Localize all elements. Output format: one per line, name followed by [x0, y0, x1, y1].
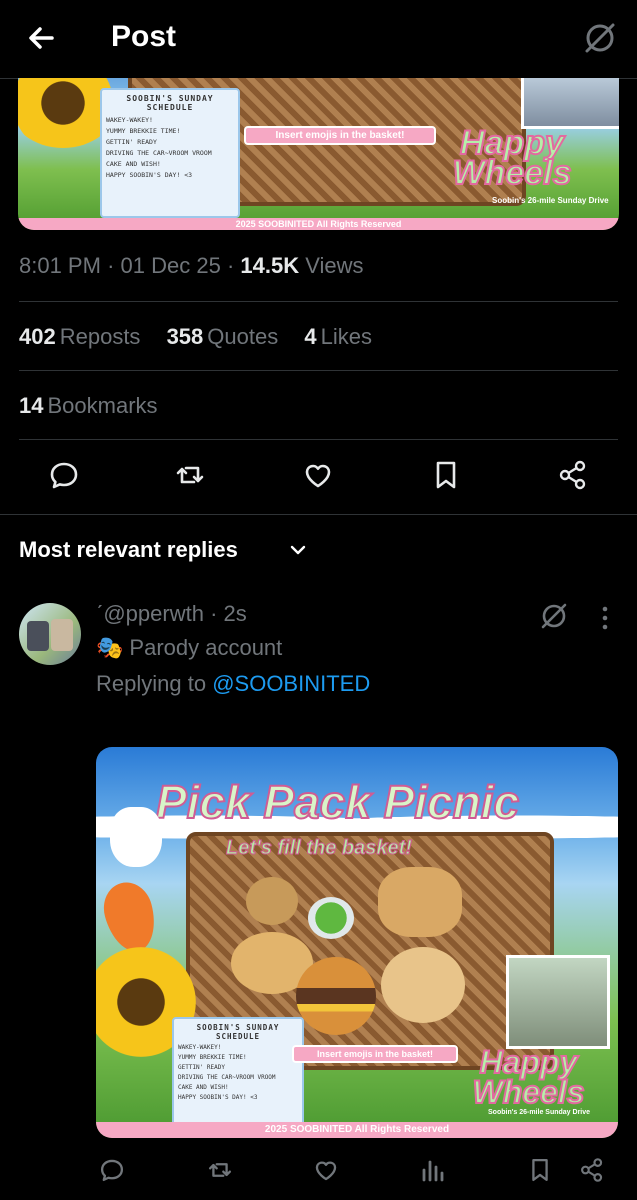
bookmark-icon[interactable]	[429, 458, 463, 492]
reply-media-image[interactable]: Pick Pack Picnic Let's fill the basket! …	[96, 747, 618, 1138]
replying-to-label: Replying to	[96, 671, 207, 696]
schedule-item: YUMMY BREKKIE TIME!	[178, 1054, 247, 1061]
repost-icon[interactable]	[173, 458, 207, 492]
subtitle-text: Soobin's 26-mile Sunday Drive	[492, 196, 609, 205]
post-time: 8:01 PM	[19, 253, 101, 278]
dot-separator: ·	[107, 253, 121, 278]
like-icon[interactable]	[312, 1156, 340, 1184]
quotes-stat[interactable]: 358 Quotes	[167, 324, 279, 349]
replying-to-link[interactable]: @SOOBINITED	[212, 671, 370, 696]
insert-emojis-label: Insert emojis in the basket!	[244, 126, 436, 145]
dog-graphic	[110, 807, 162, 867]
likes-count: 4	[304, 324, 317, 349]
bread-graphic	[381, 947, 465, 1023]
views-label: Views	[305, 253, 364, 278]
schedule-item: HAPPY SOOBIN'S DAY! <3	[178, 1094, 258, 1101]
copyright-bar: 2025 SOOBINITED All Rights Reserved	[18, 218, 619, 230]
schedule-card: SOOBIN'S SUNDAY SCHEDULE WAKEY-WAKEY! YU…	[172, 1017, 304, 1138]
reposts-stat[interactable]: 402 Reposts	[19, 324, 140, 349]
bookmarks-label: Bookmarks	[47, 393, 158, 418]
quotes-label: Quotes	[207, 324, 279, 349]
top-bar: Post	[0, 0, 637, 79]
reply-handle: @pperwth	[103, 601, 204, 626]
share-icon[interactable]	[578, 1156, 606, 1184]
views-count: 14.5K	[240, 253, 300, 278]
like-icon[interactable]	[301, 458, 335, 492]
bookmark-icon[interactable]	[526, 1156, 554, 1184]
burger-graphic	[296, 957, 376, 1035]
replies-sort-header[interactable]: Most relevant replies	[19, 537, 238, 563]
back-arrow-icon[interactable]	[22, 18, 66, 58]
likes-label: Likes	[320, 324, 372, 349]
schedule-item: DRIVING THE CAR~VROOM VROOM	[178, 1074, 276, 1081]
views-icon[interactable]	[419, 1156, 447, 1184]
share-icon[interactable]	[556, 458, 590, 492]
salad-graphic	[308, 897, 354, 939]
portrait-photo	[521, 78, 619, 129]
reply-author-line[interactable]: ˊ@pperwth · 2s	[96, 601, 247, 627]
grok-icon[interactable]	[538, 600, 570, 632]
parody-label: Parody account	[129, 635, 283, 660]
insert-emojis-label: Insert emojis in the basket!	[292, 1045, 458, 1063]
portrait-photo	[506, 955, 610, 1049]
post-timestamp: 8:01 PM · 01 Dec 25 · 14.5K Views	[19, 253, 364, 279]
peanut-graphic	[378, 867, 462, 937]
bookmarks-stat[interactable]: 14 Bookmarks	[19, 393, 158, 419]
page-title: Post	[111, 20, 177, 53]
happy-wheels-logo: Happy Wheels	[451, 124, 572, 192]
carrot-graphic	[97, 876, 163, 958]
divider	[19, 370, 618, 371]
schedule-card: SOOBIN'S SUNDAY SCHEDULE WAKEY-WAKEY! YU…	[100, 88, 240, 218]
picnic-title: Pick Pack Picnic	[155, 775, 520, 829]
potato-graphic	[246, 877, 298, 925]
schedule-item: CAKE AND WISH!	[178, 1084, 229, 1091]
subtitle-text: Soobin's 26-mile Sunday Drive	[488, 1109, 591, 1116]
bookmarks-count: 14	[19, 393, 44, 418]
dot-separator: ·	[210, 601, 224, 626]
reposts-label: Reposts	[59, 324, 141, 349]
happy-wheels-logo: Happy Wheels	[471, 1044, 585, 1110]
schedule-item: WAKEY-WAKEY!	[178, 1044, 222, 1051]
schedule-item: DRIVING THE CAR~VROOM VROOM	[106, 149, 212, 157]
post-media-image[interactable]: SOOBIN'S SUNDAY SCHEDULE WAKEY-WAKEY! YU…	[18, 78, 619, 230]
grok-icon[interactable]	[582, 20, 618, 56]
schedule-item: YUMMY BREKKIE TIME!	[106, 127, 181, 135]
repost-icon[interactable]	[206, 1156, 234, 1184]
divider	[0, 514, 637, 515]
picnic-subtitle: Let's fill the basket!	[226, 837, 413, 860]
reposts-count: 402	[19, 324, 56, 349]
reply-icon[interactable]	[98, 1156, 126, 1184]
dot-separator: ·	[226, 253, 241, 278]
schedule-item: CAKE AND WISH!	[106, 160, 161, 168]
divider	[19, 301, 618, 302]
reply-icon[interactable]	[47, 458, 81, 492]
chevron-down-icon[interactable]	[289, 543, 307, 557]
avatar[interactable]	[19, 603, 81, 665]
quotes-count: 358	[166, 324, 204, 349]
schedule-item: HAPPY SOOBIN'S DAY! <3	[106, 171, 193, 179]
schedule-item: GETTIN' READY	[178, 1064, 225, 1071]
more-icon[interactable]	[598, 605, 612, 631]
copyright-bar: 2025 SOOBINITED All Rights Reserved	[96, 1122, 618, 1138]
engagement-stats: 402 Reposts 358 Quotes 4 Likes	[19, 324, 392, 350]
parody-badge: 🎭 Parody account	[96, 635, 282, 661]
reply-time: 2s	[223, 601, 247, 626]
schedule-item: WAKEY-WAKEY!	[106, 116, 153, 124]
theater-mask-icon: 🎭	[96, 635, 124, 660]
avatar-photo-left	[27, 621, 49, 651]
likes-stat[interactable]: 4 Likes	[304, 324, 372, 349]
schedule-title: SOOBIN'S SUNDAY SCHEDULE	[126, 94, 214, 112]
replying-to: Replying to @SOOBINITED	[96, 671, 370, 697]
post-date: 01 Dec 25	[120, 253, 221, 278]
divider	[19, 439, 618, 440]
schedule-title: SOOBIN'S SUNDAY SCHEDULE	[196, 1023, 280, 1041]
schedule-item: GETTIN' READY	[106, 138, 157, 146]
avatar-photo-right	[51, 619, 73, 651]
